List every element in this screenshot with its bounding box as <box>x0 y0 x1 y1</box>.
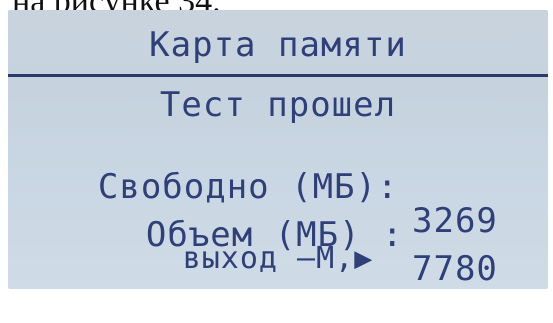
exit-softkey[interactable]: выход –М,▶ <box>8 244 548 274</box>
test-status: Тест прошел <box>159 85 397 125</box>
title-divider <box>8 74 548 77</box>
screen-title: Карта памяти <box>149 25 407 65</box>
lcd-screen: Карта памяти Тест прошел Свободно (МБ): … <box>8 10 548 289</box>
